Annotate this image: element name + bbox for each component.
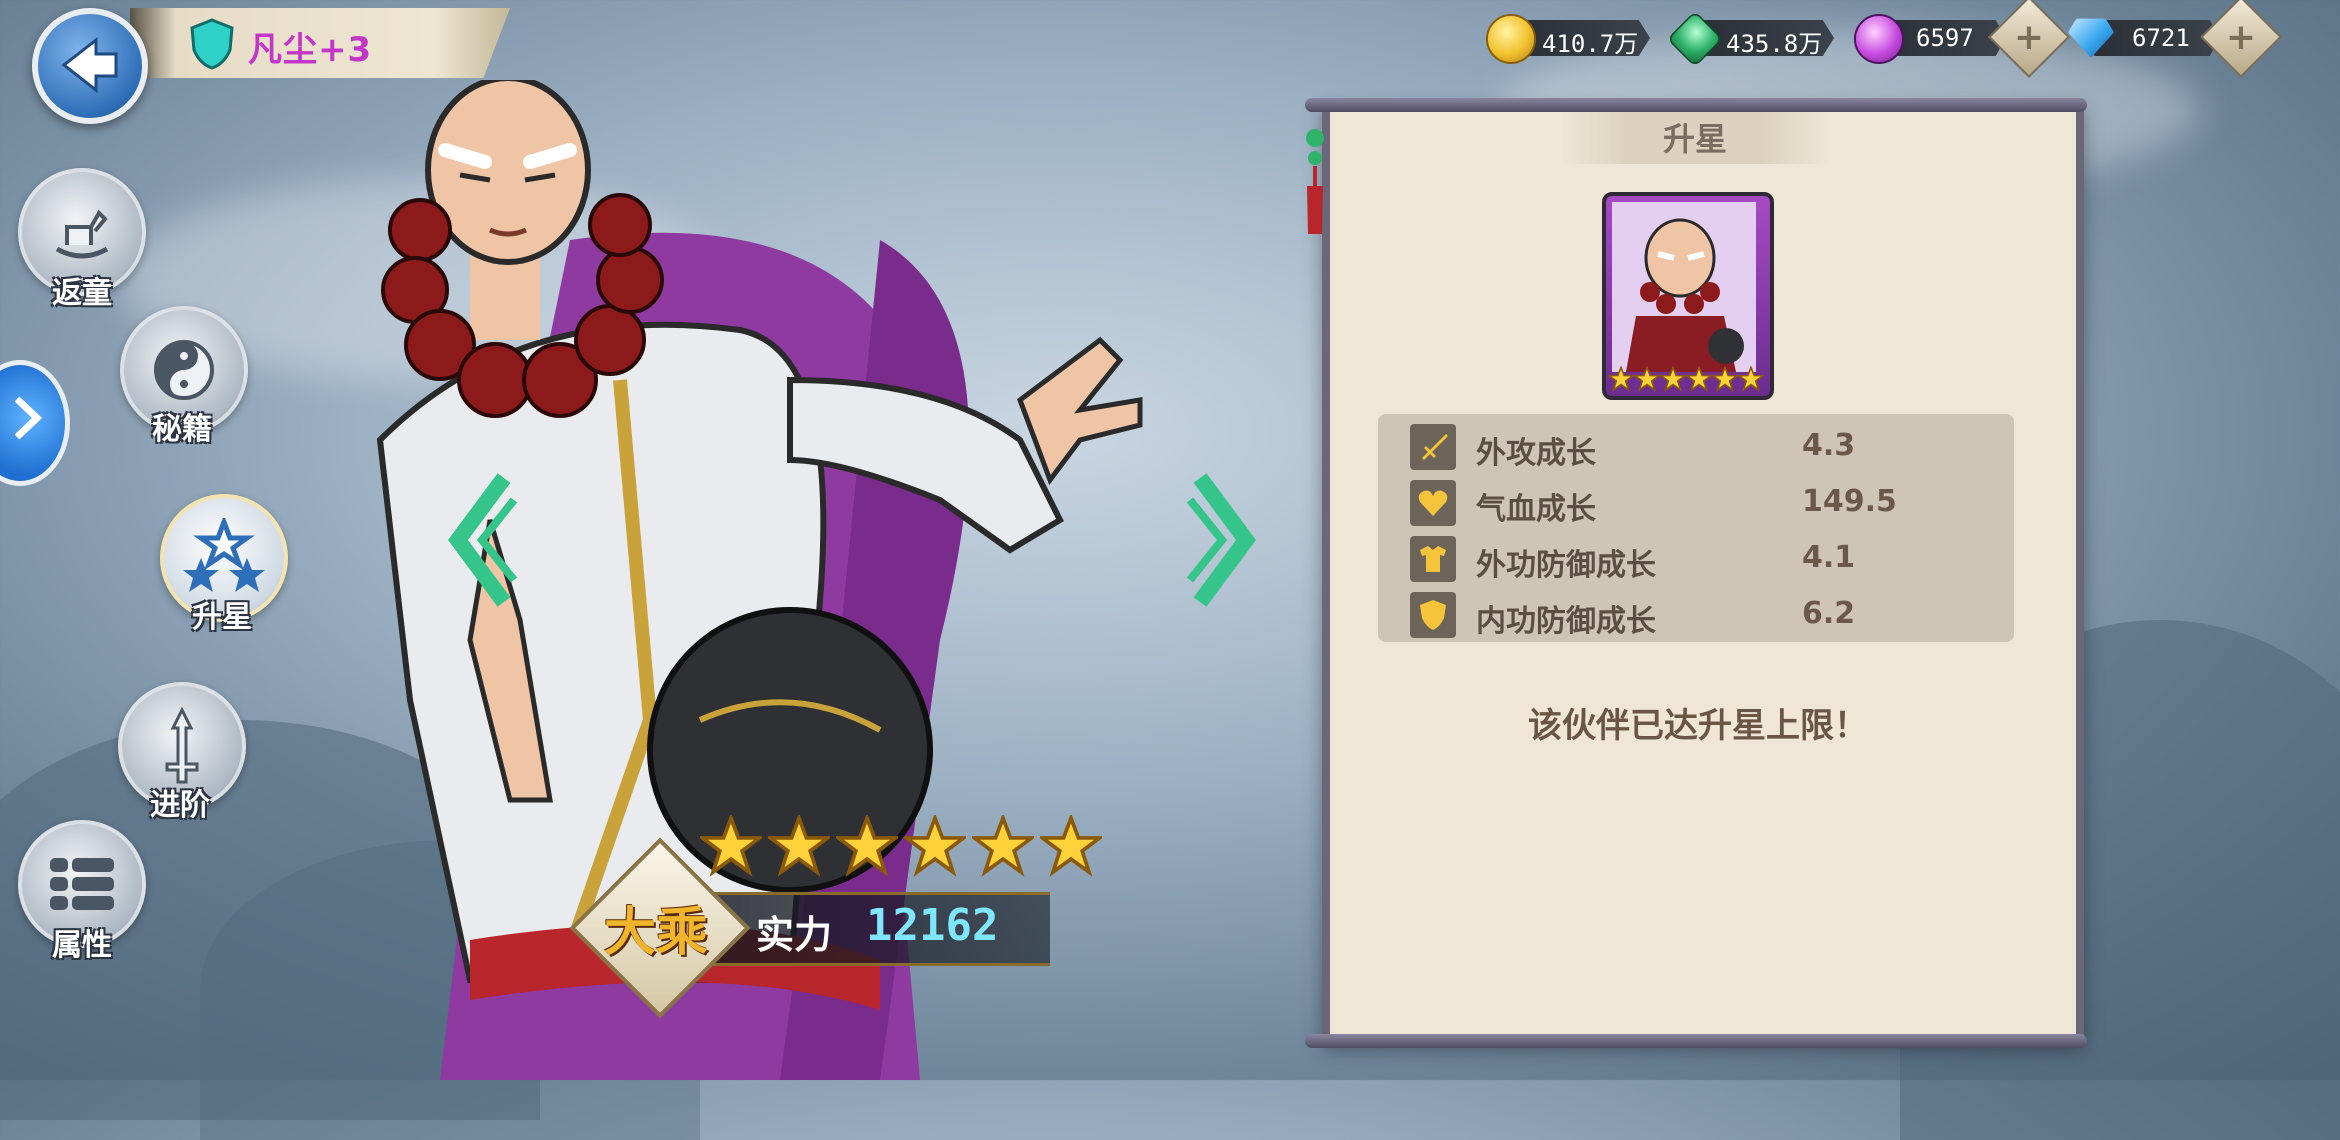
armor-icon [1410, 536, 1456, 582]
star-icon [904, 815, 966, 877]
plus-icon: + [2225, 16, 2257, 58]
gold-coin-icon [1486, 14, 1536, 64]
hero-name: 凡尘+3 [248, 30, 373, 70]
star-icon [1712, 366, 1738, 392]
stat-value: 4.3 [1802, 428, 1856, 463]
gold-value: 410.7万 [1542, 30, 1639, 58]
diamond-value: 6721 [2132, 24, 2190, 52]
purple-orb-icon [1854, 14, 1904, 64]
rank-text: 大乘 [603, 902, 708, 963]
star-icon [1040, 815, 1102, 877]
expand-side-panel-button[interactable] [0, 360, 70, 486]
currency-jade: 435.8万 [1666, 10, 1840, 68]
star-icon [1660, 366, 1686, 392]
panel-title: 升星 [1662, 120, 1727, 158]
back-arrow-icon [61, 36, 118, 94]
star-icon [972, 815, 1034, 877]
star-icon [768, 815, 830, 877]
power-value: 12162 [866, 900, 999, 951]
stat-row: 外功防御成长 4.1 [1410, 530, 2010, 584]
star-icon [1738, 366, 1764, 392]
stat-value: 149.5 [1802, 484, 1897, 519]
scroll-rod-bottom [1305, 1034, 2087, 1048]
heart-icon [1410, 480, 1456, 526]
menu-label-secret-manual: 秘籍 [152, 412, 212, 447]
stat-name: 气血成长 [1476, 492, 1596, 527]
scroll-rod-top [1305, 98, 2087, 112]
currency-gold: 410.7万 [1486, 12, 1656, 64]
stat-value: 6.2 [1802, 596, 1856, 631]
star-icon [836, 815, 898, 877]
previous-hero-arrow[interactable] [444, 470, 524, 610]
star-icon [1608, 366, 1634, 392]
hero-portrait-art [1612, 202, 1756, 372]
hero-star-rating [700, 815, 1102, 877]
portrait-star-rating [1608, 366, 1764, 392]
star-icon [700, 815, 762, 877]
plus-icon: + [2013, 16, 2045, 58]
max-star-message: 该伙伴已达升星上限！ [1528, 706, 1868, 746]
green-gem-icon [1666, 10, 1724, 68]
stat-row: 外攻成长 4.3 [1410, 418, 2010, 472]
shield-icon [190, 18, 234, 70]
spirit-value: 6597 [1916, 24, 1974, 52]
chevron-right-icon [14, 396, 43, 440]
star-icon [1634, 366, 1660, 392]
next-hero-arrow[interactable] [1180, 470, 1260, 610]
power-label: 实力 [756, 913, 833, 957]
shield-icon [1410, 592, 1456, 638]
jade-value: 435.8万 [1726, 30, 1823, 58]
stat-row: 内功防御成长 6.2 [1410, 586, 2010, 640]
sword-icon [1410, 424, 1456, 470]
tassel-ornament [1306, 129, 1324, 234]
menu-label-advance: 进阶 [150, 788, 210, 823]
stat-name: 内功防御成长 [1476, 604, 1656, 639]
menu-label-attributes: 属性 [52, 928, 112, 963]
menu-label-star-up: 升星 [192, 600, 252, 635]
star-icon [1686, 366, 1712, 392]
stat-row: 气血成长 149.5 [1410, 474, 2010, 528]
stat-value: 4.1 [1802, 540, 1856, 575]
stat-name: 外功防御成长 [1476, 548, 1656, 583]
menu-label-rejuvenate: 返童 [52, 276, 112, 311]
currency-spirit: 6597 [1854, 12, 2006, 64]
currency-diamond: 6721 [2068, 12, 2220, 64]
stat-name: 外攻成长 [1476, 436, 1596, 471]
back-button[interactable] [32, 8, 148, 124]
